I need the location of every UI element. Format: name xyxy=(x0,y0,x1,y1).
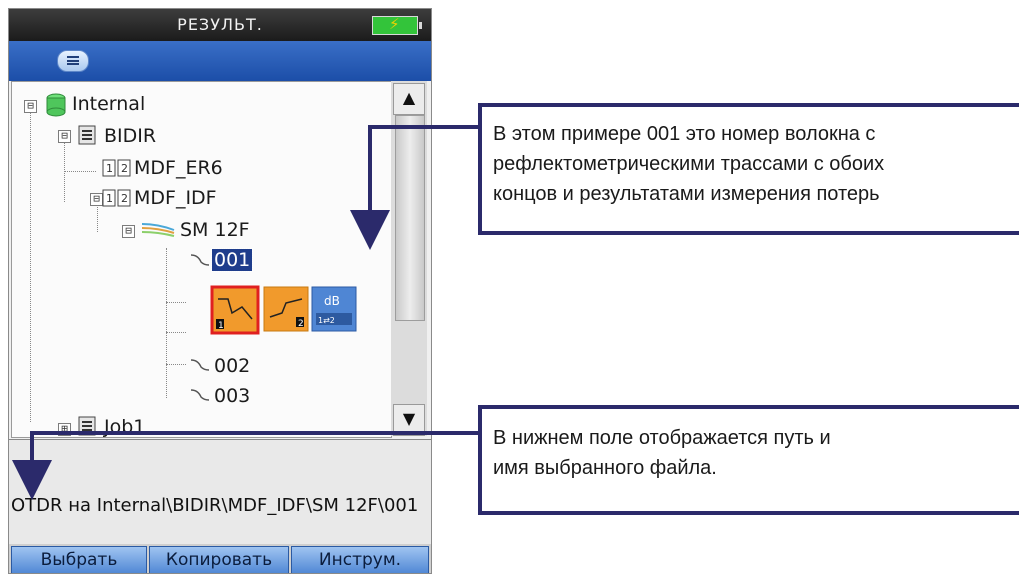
arrow-to-path xyxy=(12,431,478,500)
callout-bottom-text: В нижнем поле отображается путь и имя вы… xyxy=(493,427,831,479)
callout-top-text: В этом примере 001 это номер волокна с р… xyxy=(493,123,885,205)
arrow-to-001 xyxy=(350,125,478,250)
